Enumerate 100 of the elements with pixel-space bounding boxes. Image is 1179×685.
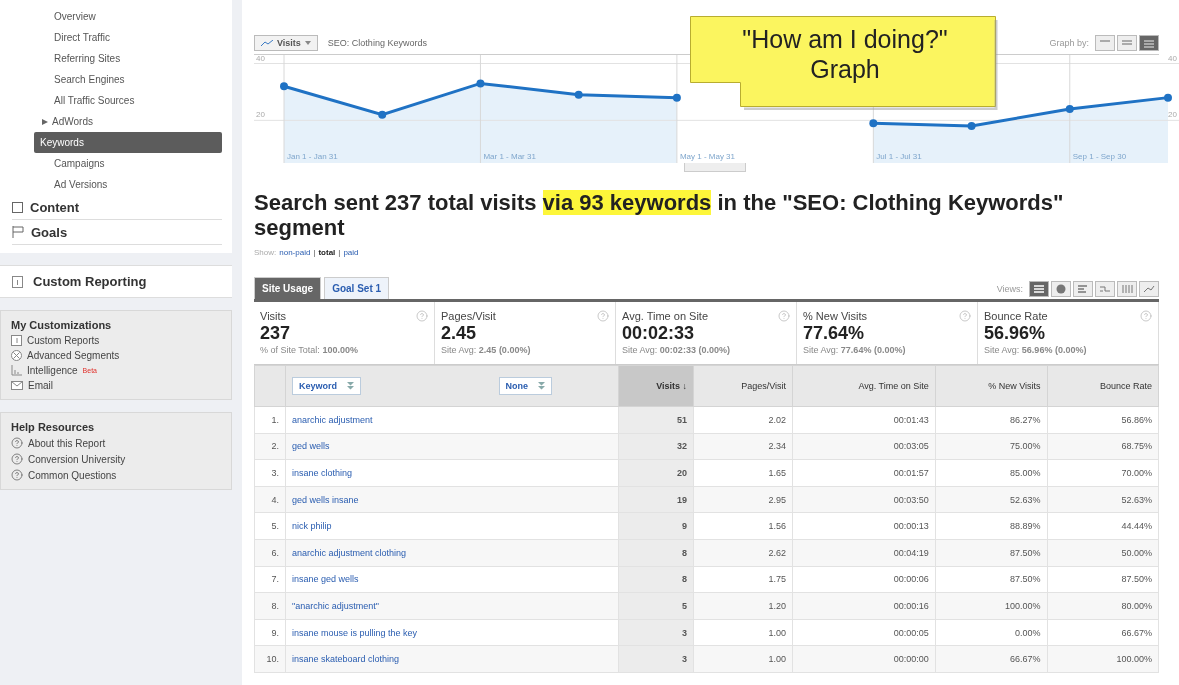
flag-icon bbox=[12, 226, 24, 238]
metric-subtext: Site Avg: 2.45 (0.00%) bbox=[441, 345, 532, 355]
keyword-link[interactable]: "anarchic adjustment" bbox=[292, 600, 379, 611]
panel-link[interactable]: Intelligence bbox=[27, 365, 78, 376]
data-point bbox=[378, 110, 387, 119]
tab[interactable]: Site Usage bbox=[254, 277, 322, 299]
nav-item[interactable]: Campaigns bbox=[30, 153, 222, 174]
table-cell: 8 bbox=[618, 566, 694, 593]
metric-value: 2.45 bbox=[441, 324, 478, 343]
nav-item[interactable]: Keywords bbox=[34, 132, 222, 153]
table-cell: 80.00% bbox=[1047, 592, 1159, 620]
keyword-link[interactable]: anarchic adjustment bbox=[292, 414, 373, 425]
line-icon bbox=[261, 39, 273, 47]
tab[interactable]: Goal Set 1 bbox=[324, 277, 390, 299]
metric-subtext: % of Site Total: 100.00% bbox=[260, 345, 359, 355]
metric-label: Visits bbox=[260, 310, 288, 322]
data-point bbox=[280, 82, 288, 91]
nav-item[interactable]: Ad Versions bbox=[30, 174, 222, 195]
keyword-link[interactable]: nick philip bbox=[292, 521, 332, 532]
pie-view-button[interactable] bbox=[1051, 281, 1071, 297]
section-link[interactable]: Content bbox=[30, 199, 80, 215]
day-graph-button[interactable] bbox=[1095, 35, 1115, 51]
x-axis-label: Jan 1 - Jan 31 bbox=[287, 152, 338, 161]
bar-view-button[interactable] bbox=[1073, 281, 1093, 297]
pivot-view-button[interactable] bbox=[1117, 281, 1137, 297]
bar-chart-icon bbox=[1077, 284, 1089, 294]
views-label: Views: bbox=[996, 284, 1023, 294]
month-graph-button[interactable] bbox=[1139, 35, 1159, 51]
column-header[interactable]: Pages/Visit bbox=[693, 365, 793, 407]
x-axis-label: May 1 - May 31 bbox=[679, 152, 736, 161]
expand-icon[interactable] bbox=[42, 118, 48, 125]
help-icon[interactable] bbox=[11, 437, 23, 449]
nav-item[interactable]: Search Engines bbox=[30, 69, 222, 90]
keyword-link[interactable]: ged wells bbox=[292, 441, 330, 452]
table-cell: 87.50% bbox=[935, 566, 1048, 593]
keyword-link[interactable]: ged wells insane bbox=[292, 494, 359, 505]
line-view-button[interactable] bbox=[1139, 281, 1159, 297]
caret-icon bbox=[538, 382, 545, 390]
table-cell: 51 bbox=[618, 406, 694, 434]
table-cell: 66.67% bbox=[1047, 619, 1159, 646]
help-icon[interactable] bbox=[778, 310, 790, 322]
help-icon[interactable] bbox=[959, 310, 971, 322]
help-link[interactable]: About this Report bbox=[28, 437, 106, 449]
panel-link[interactable]: Email bbox=[28, 380, 53, 391]
help-link[interactable]: Common Questions bbox=[28, 469, 117, 481]
table-cell: 9 bbox=[618, 512, 694, 540]
table-cell: 52.63% bbox=[935, 486, 1048, 513]
keyword-link[interactable]: anarchic adjustment clothing bbox=[292, 547, 407, 558]
table-icon bbox=[1033, 284, 1045, 294]
column-header[interactable]: Visits ↓ bbox=[618, 365, 694, 407]
data-point bbox=[672, 93, 681, 102]
filter-link[interactable]: paid bbox=[343, 248, 359, 257]
column-header[interactable]: % New Visits bbox=[935, 365, 1048, 407]
compare-view-button[interactable] bbox=[1095, 281, 1115, 297]
keyword-link[interactable]: insane mouse is pulling the key bbox=[292, 627, 418, 638]
table-cell: 52.63% bbox=[1047, 486, 1159, 513]
metric-subtext: Site Avg: 77.64% (0.00%) bbox=[803, 345, 907, 355]
week-graph-button[interactable] bbox=[1117, 35, 1137, 51]
metric-label: % New Visits bbox=[803, 310, 868, 322]
keyword-link[interactable]: insane clothing bbox=[292, 468, 353, 478]
table-cell: 1.65 bbox=[693, 459, 793, 487]
help-link[interactable]: Conversion University bbox=[28, 453, 126, 465]
nav-item[interactable]: All Traffic Sources bbox=[30, 90, 222, 111]
help-icon[interactable] bbox=[597, 310, 609, 322]
section-link[interactable]: Goals bbox=[31, 224, 68, 240]
table-cell: 88.89% bbox=[935, 512, 1048, 540]
table-cell: 00:00:16 bbox=[792, 592, 936, 620]
table-view-button[interactable] bbox=[1029, 281, 1049, 297]
dimension-dropdown[interactable]: None bbox=[498, 377, 552, 395]
nav-item[interactable]: Referring Sites bbox=[30, 48, 222, 69]
keyword-link[interactable]: insane skateboard clothing bbox=[292, 654, 400, 665]
data-point bbox=[1164, 93, 1172, 102]
nav-item[interactable]: Overview bbox=[30, 6, 222, 27]
panel-link[interactable]: Advanced Segments bbox=[27, 350, 120, 361]
table-cell: 1.00 bbox=[693, 645, 793, 673]
help-icon[interactable] bbox=[11, 469, 23, 481]
report-icon bbox=[11, 335, 22, 346]
column-header[interactable]: Bounce Rate bbox=[1047, 365, 1159, 407]
dimension-dropdown[interactable]: Keyword bbox=[292, 377, 361, 395]
y-axis-label: 20 bbox=[256, 110, 265, 120]
metric-value: 56.96% bbox=[984, 324, 1047, 343]
nav-item[interactable]: AdWords bbox=[52, 111, 93, 132]
keyword-link[interactable]: insane ged wells bbox=[292, 574, 359, 585]
column-header[interactable]: Avg. Time on Site bbox=[792, 365, 936, 407]
metric-value: 237 bbox=[260, 324, 292, 343]
nav-item[interactable]: Direct Traffic bbox=[30, 27, 222, 48]
help-icon[interactable] bbox=[1140, 310, 1152, 322]
metric-dropdown[interactable]: Visits bbox=[254, 35, 318, 51]
filter-link[interactable]: total bbox=[318, 248, 336, 257]
resize-handle[interactable] bbox=[684, 163, 746, 172]
row-number: 4. bbox=[254, 486, 286, 513]
filter-link[interactable]: non-paid bbox=[279, 248, 311, 257]
table-cell: 100.00% bbox=[935, 592, 1048, 620]
panel-link[interactable]: Custom Reports bbox=[27, 335, 100, 346]
row-number: 5. bbox=[254, 512, 286, 540]
help-icon[interactable] bbox=[11, 453, 23, 465]
help-icon[interactable] bbox=[416, 310, 428, 322]
table-cell: 87.50% bbox=[935, 539, 1048, 567]
row-number: 1. bbox=[254, 406, 286, 434]
table-cell: 8 bbox=[618, 539, 694, 567]
